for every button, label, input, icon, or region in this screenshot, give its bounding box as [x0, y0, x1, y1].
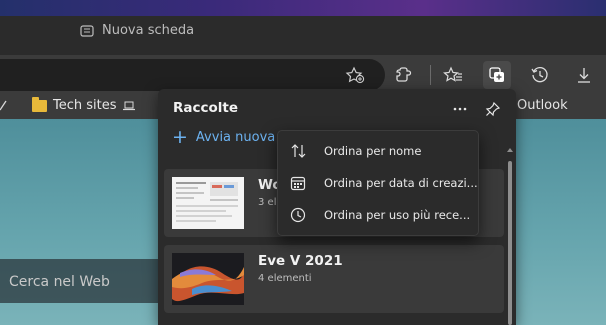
extensions-button[interactable]: [390, 61, 418, 89]
collections-icon: [489, 67, 504, 82]
favorite-label: Outlook: [517, 98, 568, 113]
favorite-label: Tech sites: [53, 98, 117, 113]
search-placeholder: Cerca nel Web: [9, 274, 110, 290]
favorites-overflow[interactable]: [0, 98, 8, 112]
favorite-outlook[interactable]: Outlook: [517, 98, 568, 113]
sort-arrows-icon: [291, 144, 306, 158]
sort-menu: Ordina per nome Ordina per data di creaz…: [277, 130, 479, 236]
menu-item-label: Ordina per nome: [324, 144, 422, 158]
more-dots-icon: [453, 107, 467, 111]
pin-panel-button[interactable]: [482, 98, 504, 120]
collection-title: Eve V 2021: [258, 253, 343, 269]
downloads-button[interactable]: [570, 61, 598, 89]
calendar-icon: [290, 176, 306, 191]
pencil-icon: [0, 100, 7, 111]
panel-scrollbar[interactable]: [507, 161, 513, 325]
start-new-collection-link[interactable]: + Avvia nuova ra: [172, 126, 293, 148]
tab-bar: Nuova scheda: [0, 16, 606, 55]
window-top-strip: [0, 0, 606, 16]
favorites-button[interactable]: [439, 61, 467, 89]
tab-title: Nuova scheda: [102, 23, 195, 38]
menu-item-label: Ordina per uso più rece...: [324, 208, 471, 222]
extensions-icon: [396, 67, 412, 82]
downloads-icon: [578, 68, 590, 83]
sort-by-creation-date-item[interactable]: Ordina per data di creazi...: [278, 168, 478, 198]
tab-new-tab[interactable]: Nuova scheda: [80, 23, 194, 38]
toolbar-separator: [430, 65, 431, 85]
new-tab-icon: [80, 24, 94, 37]
folder-icon: [32, 96, 47, 112]
sort-by-recent-use-item[interactable]: Ordina per uso più rece...: [278, 200, 478, 230]
sort-by-name-item[interactable]: Ordina per nome: [278, 136, 478, 166]
menu-item-label: Ordina per data di creazi...: [324, 176, 478, 190]
scrollbar-thumb[interactable]: [508, 161, 512, 325]
scroll-up-arrow[interactable]: [507, 147, 513, 155]
history-button[interactable]: [526, 61, 554, 89]
collection-card[interactable]: Eve V 2021 4 elementi: [164, 245, 504, 313]
favorites-icon: [443, 66, 462, 82]
history-icon: [531, 67, 548, 83]
plus-icon: +: [172, 126, 188, 148]
laptop-icon: [122, 101, 135, 110]
collection-count: 4 elementi: [258, 273, 312, 284]
pin-icon: [485, 101, 501, 117]
favorite-folder-tech-sites[interactable]: Tech sites: [32, 96, 135, 113]
clock-icon: [290, 207, 306, 223]
address-bar[interactable]: [0, 59, 385, 91]
favorite-star-add-icon[interactable]: [345, 66, 365, 84]
collection-thumbnail: [172, 253, 244, 305]
collection-thumbnail: [172, 177, 244, 229]
panel-title: Raccolte: [173, 100, 239, 116]
more-options-button[interactable]: [448, 99, 472, 119]
collections-button[interactable]: [483, 61, 511, 89]
